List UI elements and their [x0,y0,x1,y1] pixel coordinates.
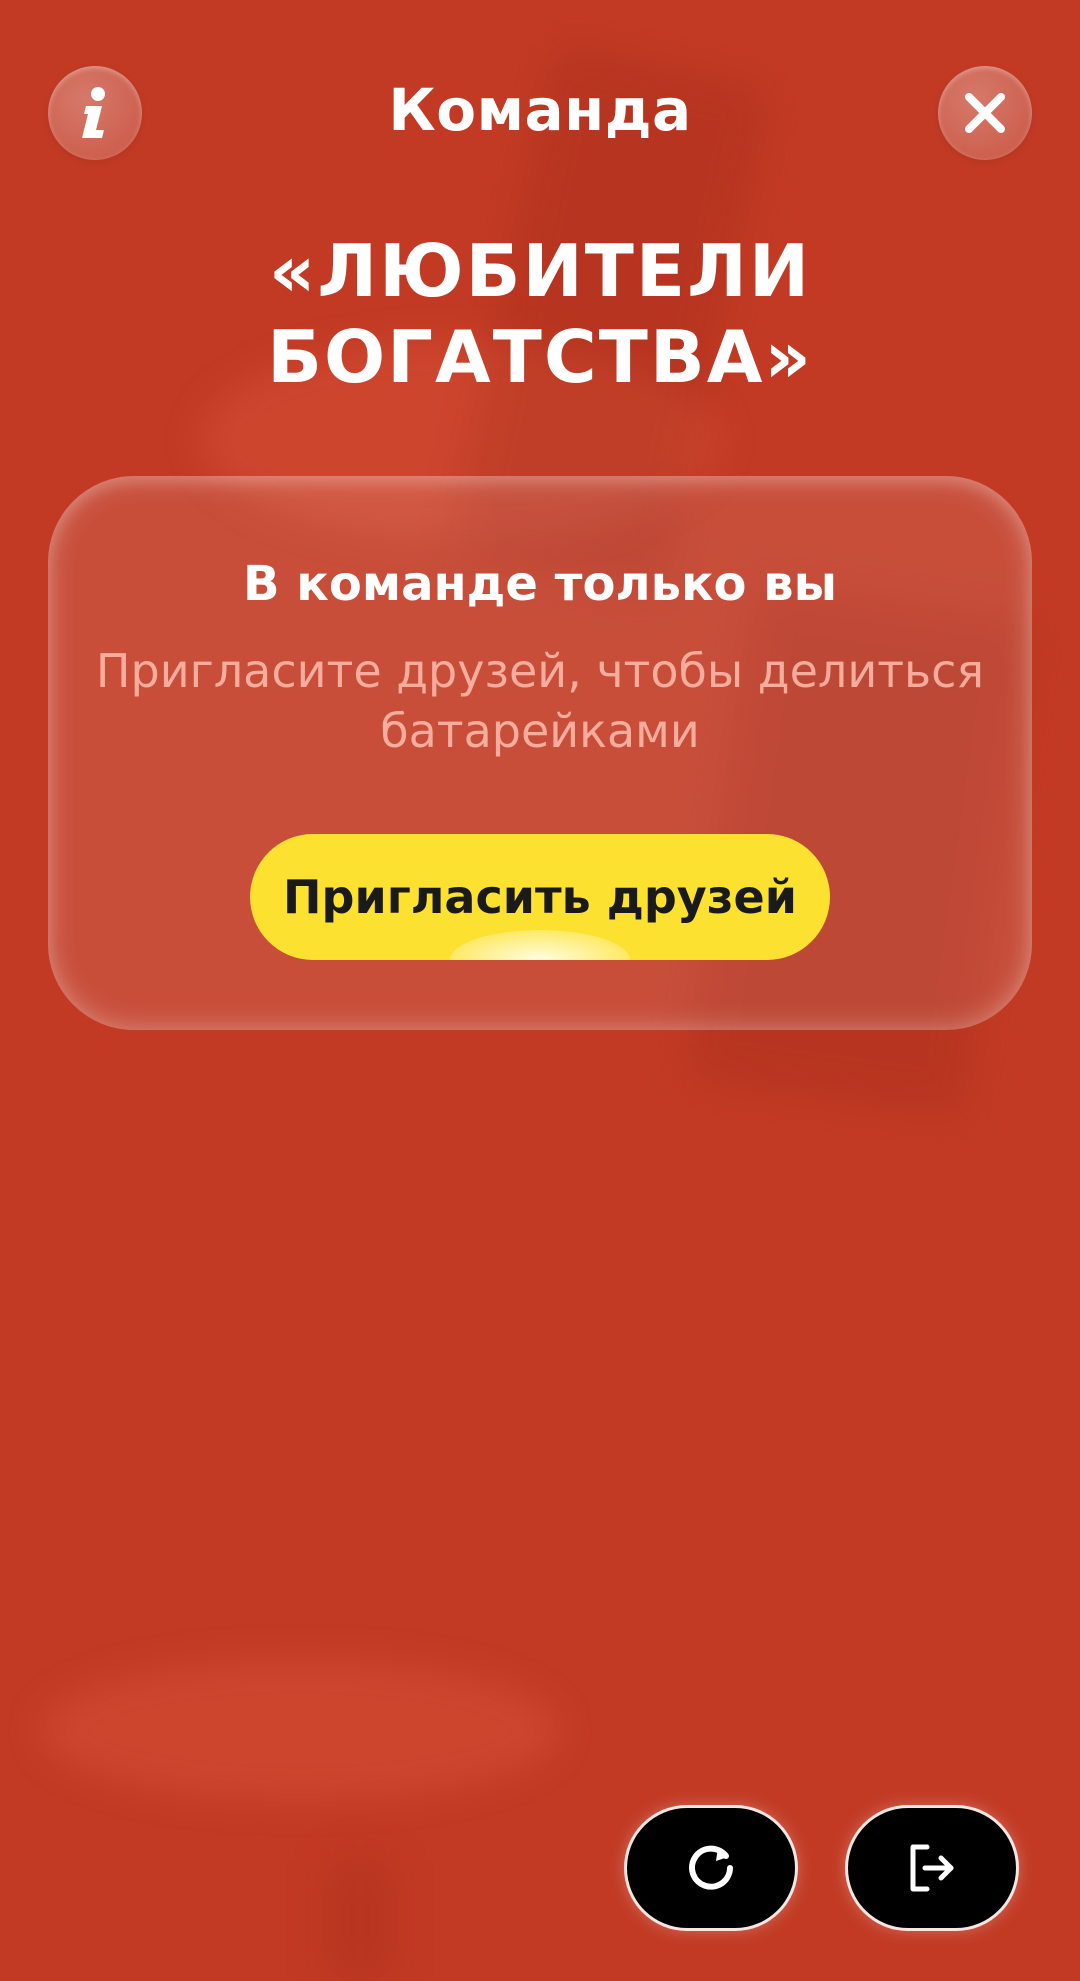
close-button[interactable] [938,66,1032,160]
team-name: «ЛЮБИТЕЛИ БОГАТСТВА» [0,228,1080,400]
header: Команда [0,0,1080,230]
team-name-line1: «ЛЮБИТЕЛИ [268,229,812,313]
invite-friends-button[interactable]: Пригласить друзей [250,834,830,960]
exit-icon [910,1844,954,1892]
invite-friends-label: Пригласить друзей [283,870,797,924]
close-icon [965,93,1005,133]
card-subtitle-line1: Пригласите друзей, чтобы делиться [95,644,985,698]
team-name-line2: БОГАТСТВА» [267,315,813,399]
exit-button[interactable] [848,1808,1016,1928]
refresh-button[interactable] [627,1808,795,1928]
button-glow [450,930,630,960]
card-subtitle-line2: батарейками [380,704,700,758]
card-subtitle: Пригласите друзей, чтобы делиться батаре… [48,641,1032,761]
page-title: Команда [388,76,692,144]
refresh-icon [689,1845,733,1890]
card-title: В команде только вы [242,556,838,612]
